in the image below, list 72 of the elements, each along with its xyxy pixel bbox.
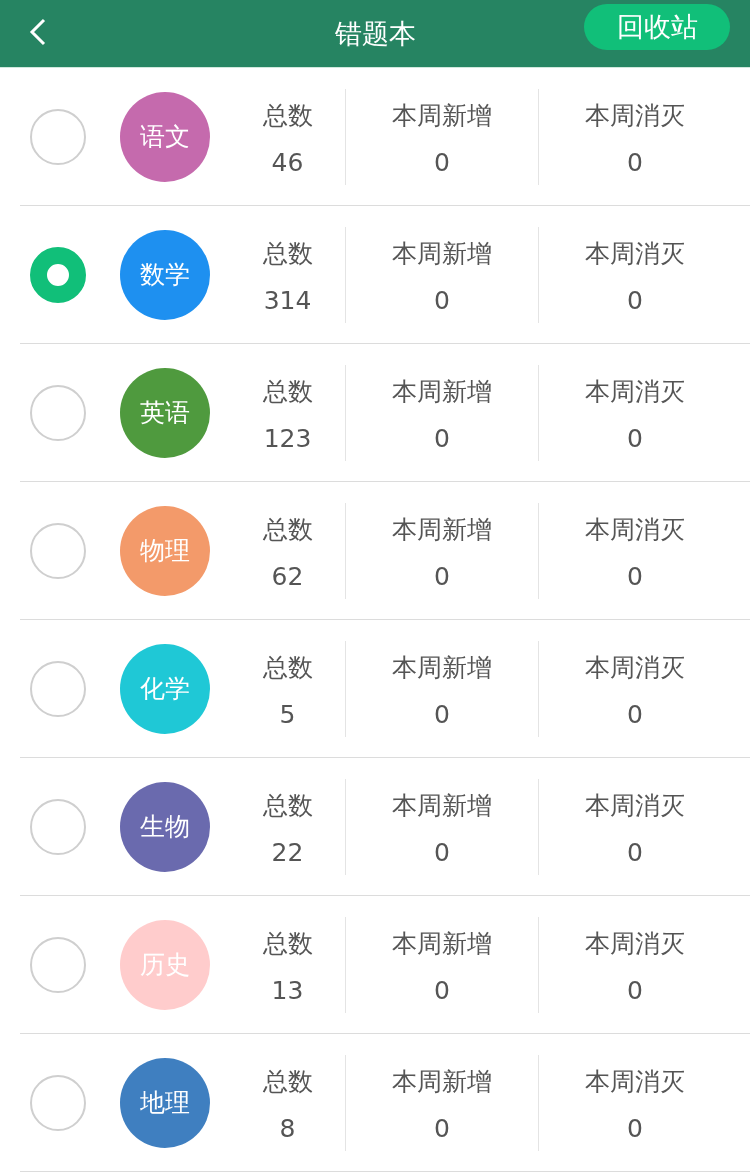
stat-label: 本周新增 <box>392 375 492 408</box>
stat-label: 总数 <box>262 1065 313 1098</box>
radio-button[interactable] <box>30 522 86 579</box>
stat-label: 本周新增 <box>392 513 492 546</box>
stat-value: 0 <box>434 975 450 1005</box>
stat-value: 0 <box>434 147 450 177</box>
stat-label: 本周消灭 <box>585 99 685 132</box>
stat-label: 本周新增 <box>392 651 492 684</box>
stat-label: 本周消灭 <box>585 651 685 684</box>
subject-badge: 物理 <box>120 505 210 596</box>
stat-label: 本周新增 <box>392 789 492 822</box>
radio-button[interactable] <box>30 108 86 165</box>
radio-button[interactable] <box>30 384 86 441</box>
stat-value: 0 <box>627 1113 643 1143</box>
stat-value: 0 <box>627 147 643 177</box>
subject-row[interactable]: 数学 总数 314 本周新增 0 本周消灭 0 <box>20 206 750 344</box>
stat-label: 本周消灭 <box>585 789 685 822</box>
subject-badge: 英语 <box>120 367 210 458</box>
stat-label: 本周消灭 <box>585 237 685 270</box>
stat-value: 22 <box>271 837 304 867</box>
stat-value: 0 <box>434 561 450 591</box>
stat-label: 总数 <box>262 375 313 408</box>
subject-row[interactable]: 地理 总数 8 本周新增 0 本周消灭 0 <box>20 1034 750 1172</box>
stat-value: 5 <box>279 699 296 729</box>
stat-value: 0 <box>434 837 450 867</box>
stat-value: 0 <box>627 285 643 315</box>
stat-value: 0 <box>627 561 643 591</box>
stat-value: 0 <box>434 423 450 453</box>
stat-value: 0 <box>627 837 643 867</box>
stat-value: 0 <box>434 699 450 729</box>
stat-label: 总数 <box>262 651 313 684</box>
stat-value: 0 <box>627 423 643 453</box>
stat-label: 总数 <box>262 99 313 132</box>
stat-value: 314 <box>263 285 312 315</box>
subject-badge: 数学 <box>120 229 210 320</box>
subject-badge: 语文 <box>120 91 210 182</box>
stat-label: 本周新增 <box>392 99 492 132</box>
stat-value: 0 <box>627 699 643 729</box>
back-chevron-icon <box>28 17 48 47</box>
subject-badge: 生物 <box>120 781 210 872</box>
radio-button[interactable] <box>30 1074 86 1131</box>
stat-value: 13 <box>271 975 304 1005</box>
stat-label: 本周新增 <box>392 237 492 270</box>
radio-button[interactable] <box>30 246 86 303</box>
stat-value: 0 <box>627 975 643 1005</box>
stat-label: 本周新增 <box>392 1065 492 1098</box>
subject-row[interactable]: 化学 总数 5 本周新增 0 本周消灭 0 <box>20 620 750 758</box>
stat-value: 8 <box>279 1113 296 1143</box>
radio-button[interactable] <box>30 660 86 717</box>
stat-value: 62 <box>271 561 304 591</box>
subject-row[interactable]: 物理 总数 62 本周新增 0 本周消灭 0 <box>20 482 750 620</box>
stat-label: 本周消灭 <box>585 927 685 960</box>
stat-label: 总数 <box>262 789 313 822</box>
subject-badge: 化学 <box>120 643 210 734</box>
stat-value: 0 <box>434 285 450 315</box>
subject-row[interactable]: 语文 总数 46 本周新增 0 本周消灭 0 <box>20 68 750 206</box>
stat-label: 总数 <box>262 237 313 270</box>
stat-label: 本周新增 <box>392 927 492 960</box>
stat-label: 总数 <box>262 513 313 546</box>
subject-badge: 地理 <box>120 1057 210 1148</box>
stat-label: 本周消灭 <box>585 1065 685 1098</box>
stat-label: 总数 <box>262 927 313 960</box>
subject-row[interactable]: 生物 总数 22 本周新增 0 本周消灭 0 <box>20 758 750 896</box>
stat-value: 46 <box>271 147 304 177</box>
stat-value: 123 <box>263 423 312 453</box>
stat-value: 0 <box>434 1113 450 1143</box>
stat-label: 本周消灭 <box>585 375 685 408</box>
radio-button[interactable] <box>30 798 86 855</box>
radio-button[interactable] <box>30 936 86 993</box>
subject-row[interactable]: 英语 总数 123 本周新增 0 本周消灭 0 <box>20 344 750 482</box>
stat-label: 本周消灭 <box>585 513 685 546</box>
page-title: 错题本 <box>334 16 416 51</box>
